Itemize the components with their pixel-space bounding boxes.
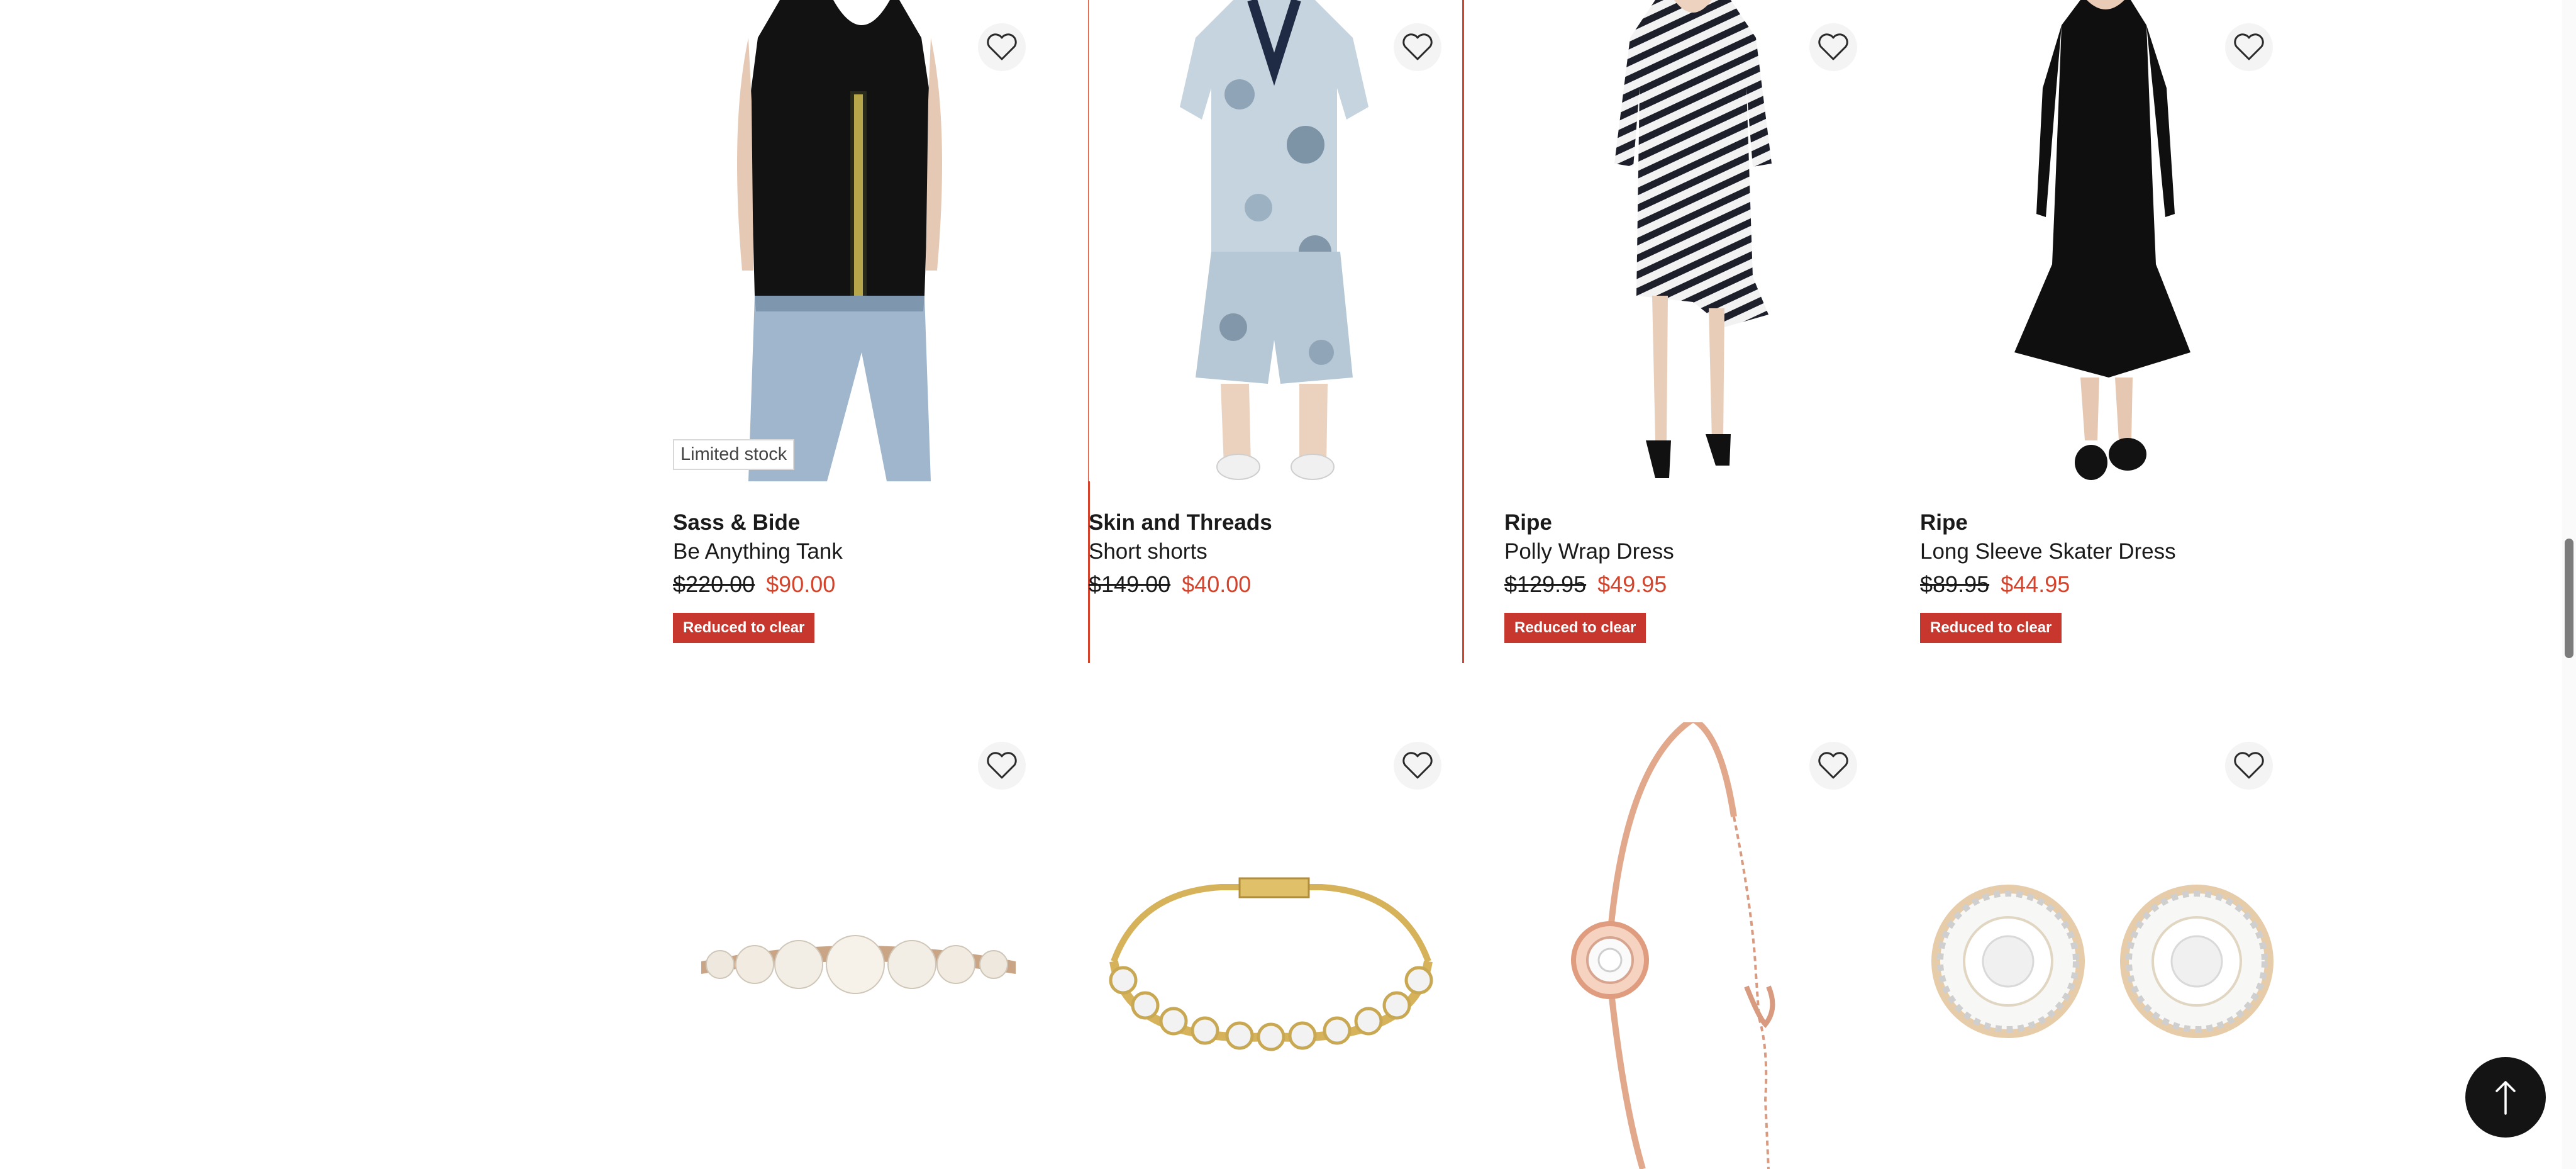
- promo-tag: Reduced to clear: [1920, 613, 2062, 643]
- product-image[interactable]: [1920, 722, 2291, 1169]
- wishlist-button[interactable]: [1809, 742, 1857, 790]
- promo-tag: Reduced to clear: [1504, 613, 1646, 643]
- price-row: $129.95 $49.95: [1504, 569, 1894, 600]
- product-image[interactable]: [1920, 0, 2291, 481]
- heart-outline-icon: [1818, 33, 1848, 60]
- price-row: $149.00 $40.00: [1089, 569, 1479, 600]
- price-row: $220.00 $90.00: [673, 569, 1063, 600]
- scrollbar[interactable]: [2562, 0, 2576, 1169]
- heart-outline-icon: [2234, 33, 2264, 60]
- product-info: Sass & Bide Be Anything Tank $220.00 $90…: [673, 508, 1063, 643]
- wishlist-button[interactable]: [2225, 742, 2273, 790]
- product-brand[interactable]: Skin and Threads: [1089, 508, 1479, 537]
- heart-outline-icon: [987, 33, 1017, 60]
- product-image[interactable]: [1504, 0, 1875, 481]
- product-listing-page: Limited stock Sass & Bide Be Anything Ta…: [0, 0, 2576, 1169]
- wishlist-button[interactable]: [978, 742, 1026, 790]
- wishlist-button[interactable]: [1809, 23, 1857, 71]
- heart-outline-icon: [1402, 33, 1433, 60]
- product-info: Ripe Long Sleeve Skater Dress $89.95 $44…: [1920, 508, 2310, 643]
- promo-tag: Reduced to clear: [673, 613, 815, 643]
- product-name[interactable]: Be Anything Tank: [673, 537, 1063, 566]
- product-brand[interactable]: Ripe: [1504, 508, 1894, 537]
- was-price: $129.95: [1504, 571, 1587, 597]
- now-price: $90.00: [766, 571, 836, 597]
- product-name[interactable]: Polly Wrap Dress: [1504, 537, 1894, 566]
- price-row: $89.95 $44.95: [1920, 569, 2310, 600]
- stock-badge: Limited stock: [673, 439, 795, 470]
- product-image[interactable]: [1089, 722, 1460, 1169]
- scrollbar-thumb[interactable]: [2565, 539, 2573, 658]
- product-image[interactable]: [673, 0, 1044, 481]
- heart-outline-icon: [1818, 752, 1848, 779]
- wishlist-button[interactable]: [2225, 23, 2273, 71]
- product-brand[interactable]: Sass & Bide: [673, 508, 1063, 537]
- was-price: $89.95: [1920, 571, 1990, 597]
- heart-outline-icon: [2234, 752, 2264, 779]
- product-info: Skin and Threads Short shorts $149.00 $4…: [1089, 508, 1479, 600]
- product-brand[interactable]: Ripe: [1920, 508, 2310, 537]
- wishlist-button[interactable]: [1394, 742, 1441, 790]
- product-image[interactable]: [1504, 722, 1875, 1169]
- back-to-top-button[interactable]: [2465, 1057, 2546, 1138]
- heart-outline-icon: [1402, 752, 1433, 779]
- product-name[interactable]: Short shorts: [1089, 537, 1479, 566]
- product-info: Ripe Polly Wrap Dress $129.95 $49.95 Red…: [1504, 508, 1894, 643]
- now-price: $44.95: [2001, 571, 2070, 597]
- wishlist-button[interactable]: [978, 23, 1026, 71]
- wishlist-button[interactable]: [1394, 23, 1441, 71]
- now-price: $40.00: [1182, 571, 1252, 597]
- arrow-up-icon: [2496, 1081, 2516, 1115]
- was-price: $220.00: [673, 571, 755, 597]
- product-image[interactable]: [673, 722, 1044, 1169]
- product-name[interactable]: Long Sleeve Skater Dress: [1920, 537, 2310, 566]
- product-image[interactable]: [1089, 0, 1460, 481]
- was-price: $149.00: [1089, 571, 1171, 597]
- now-price: $49.95: [1597, 571, 1667, 597]
- heart-outline-icon: [987, 752, 1017, 779]
